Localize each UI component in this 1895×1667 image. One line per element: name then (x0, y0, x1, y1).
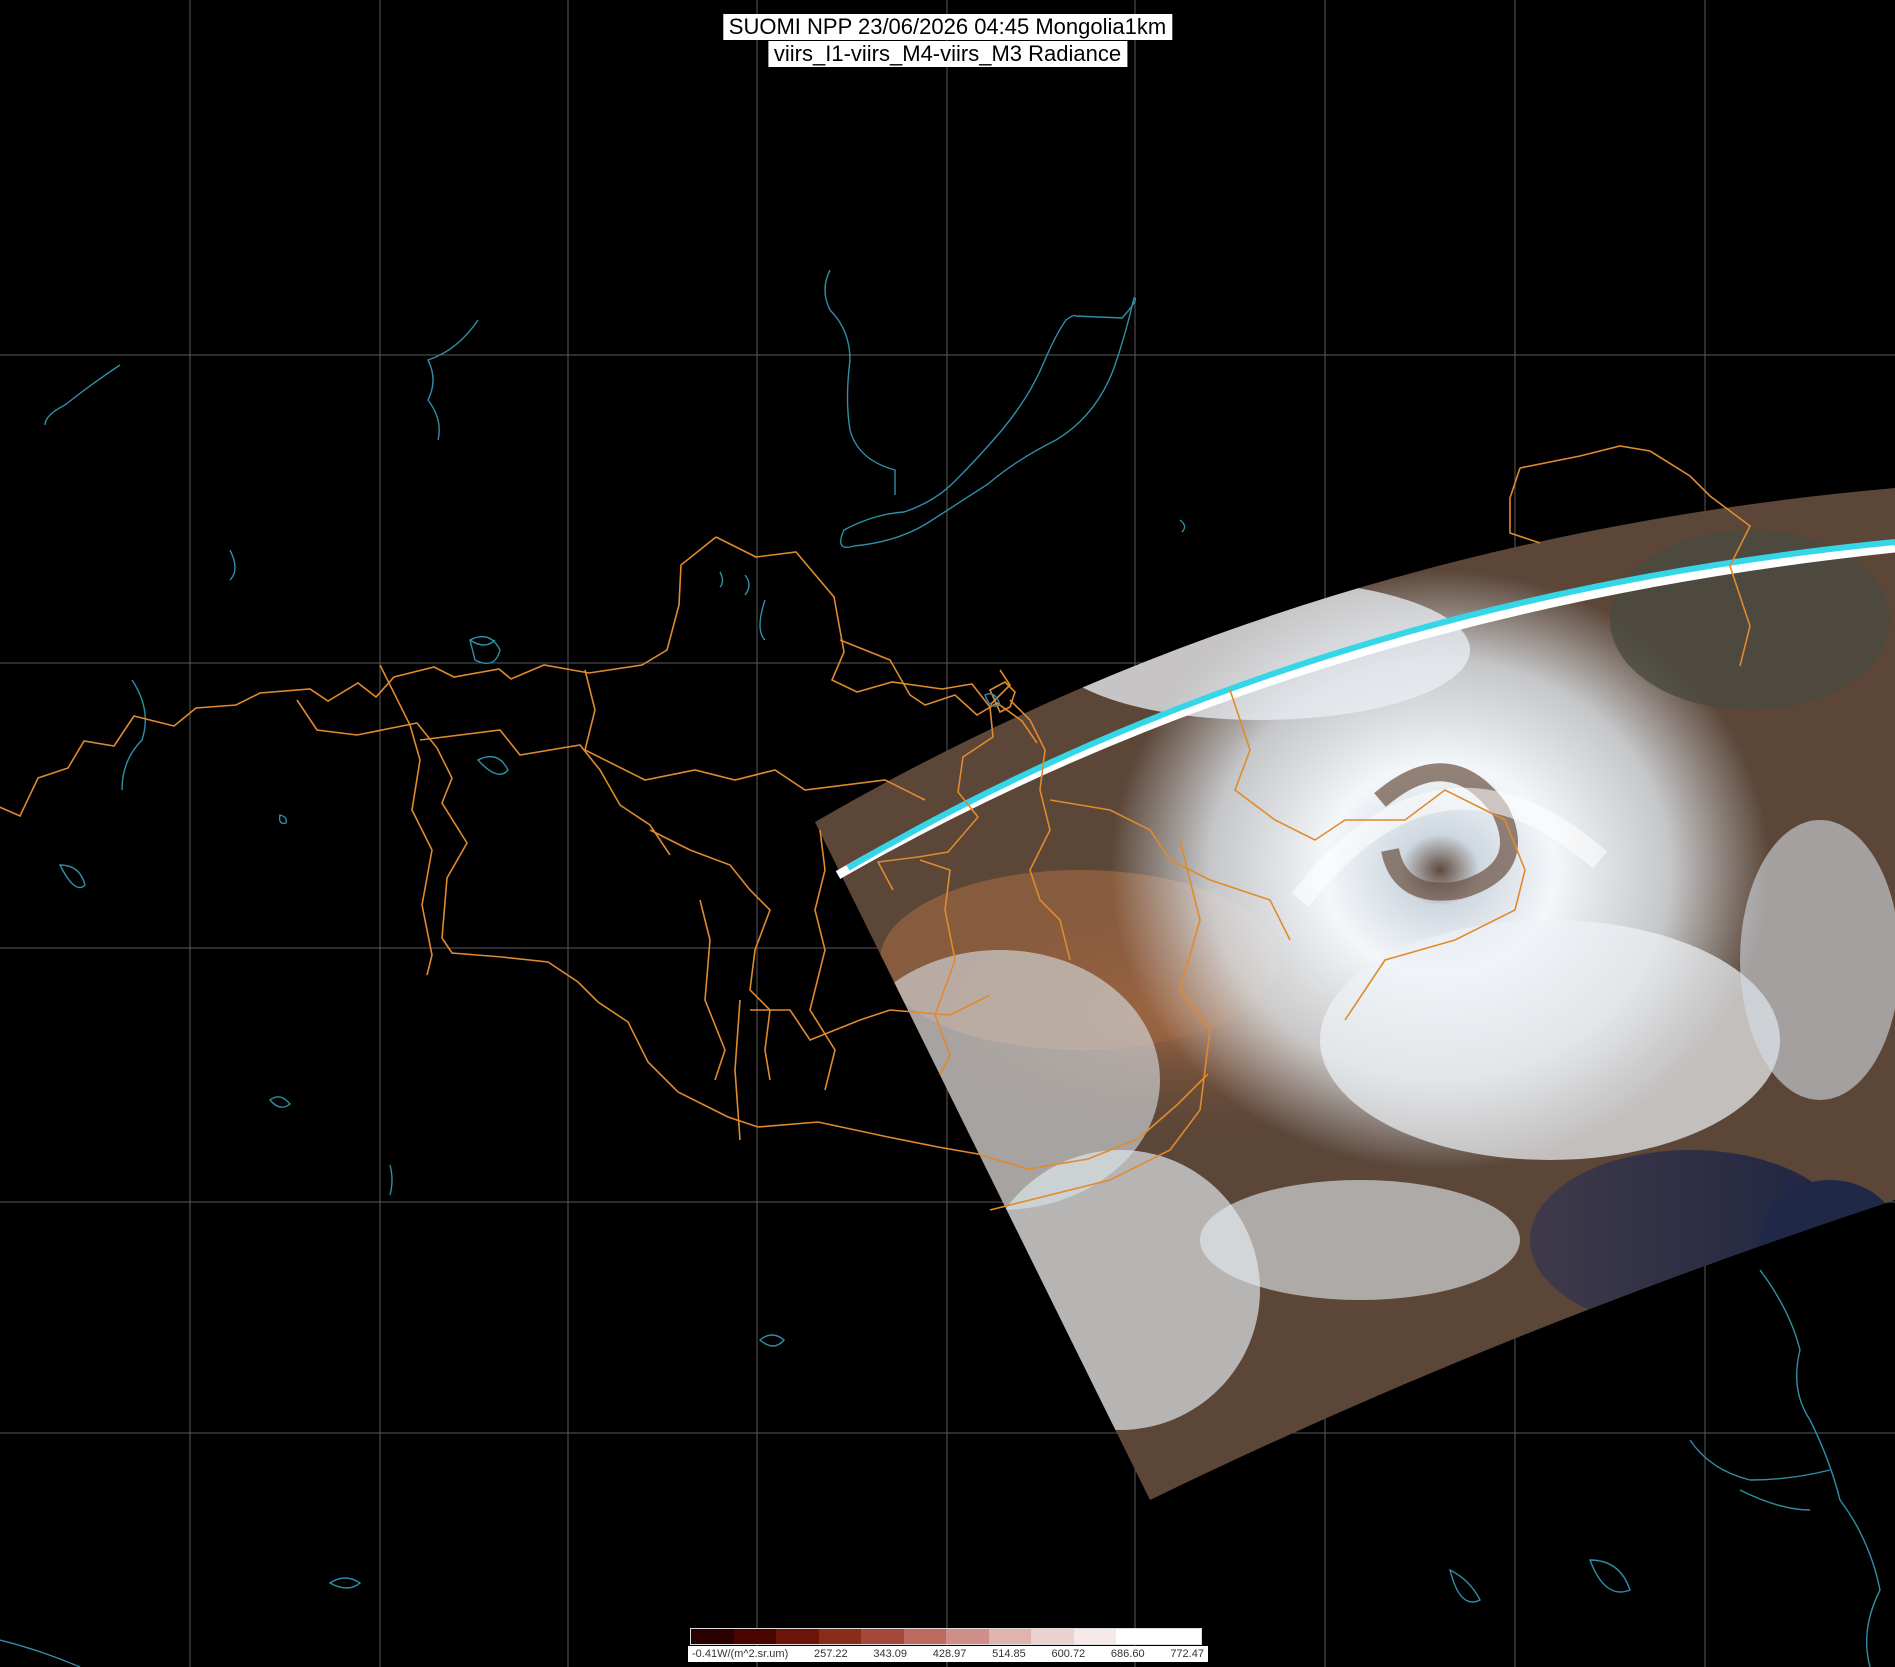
title-line-1: SUOMI NPP 23/06/2026 04:45 Mongolia1km (722, 14, 1173, 40)
title-line-2: viirs_I1-viirs_M4-viirs_M3 Radiance (767, 41, 1128, 67)
legend-swatch (903, 1629, 946, 1644)
legend-label: 514.85 (992, 1648, 1026, 1660)
satellite-swath (815, 488, 1895, 1500)
radiance-legend: -0.41W/(m^2.sr.um) 257.22 343.09 428.97 … (688, 1628, 1208, 1664)
legend-swatch (691, 1629, 734, 1644)
legend-color-bar (690, 1628, 1202, 1645)
legend-swatch (1073, 1629, 1116, 1644)
legend-label: 257.22 (813, 1648, 848, 1660)
satellite-map (0, 0, 1895, 1667)
legend-swatch (1116, 1629, 1159, 1644)
legend-label: 772.47 (1170, 1648, 1204, 1660)
legend-swatch (818, 1629, 861, 1644)
legend-label: -0.41W/(m^2.sr.um) (692, 1648, 789, 1660)
legend-labels: -0.41W/(m^2.sr.um) 257.22 343.09 428.97 … (688, 1646, 1208, 1662)
legend-swatch (1031, 1629, 1074, 1644)
legend-swatch (861, 1629, 904, 1644)
legend-swatch (946, 1629, 989, 1644)
legend-swatch (776, 1629, 819, 1644)
legend-label: 600.72 (1051, 1648, 1086, 1660)
legend-label: 686.60 (1110, 1648, 1145, 1660)
legend-swatch (733, 1629, 776, 1644)
legend-label: 428.97 (932, 1648, 967, 1660)
legend-label: 343.09 (873, 1648, 908, 1660)
legend-swatch (988, 1629, 1031, 1644)
legend-swatch (1158, 1629, 1201, 1644)
